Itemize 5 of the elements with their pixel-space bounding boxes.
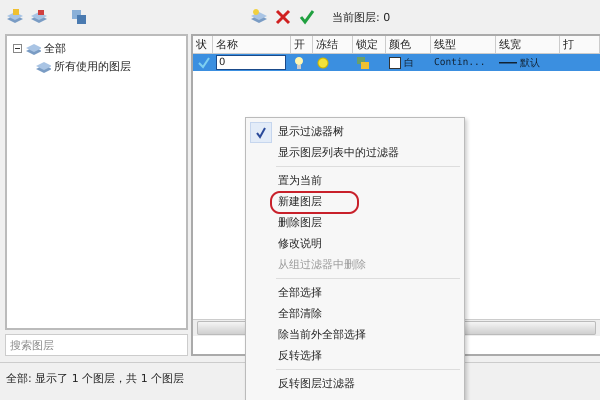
status-text: 全部: 显示了 1 个图层，共 1 个图层: [6, 370, 184, 386]
lineweight-text: 默认: [520, 56, 540, 70]
current-layer-label: 当前图层: 0: [332, 10, 390, 24]
color-name: 白: [404, 56, 414, 70]
linetype-text: Contin...: [434, 57, 486, 68]
